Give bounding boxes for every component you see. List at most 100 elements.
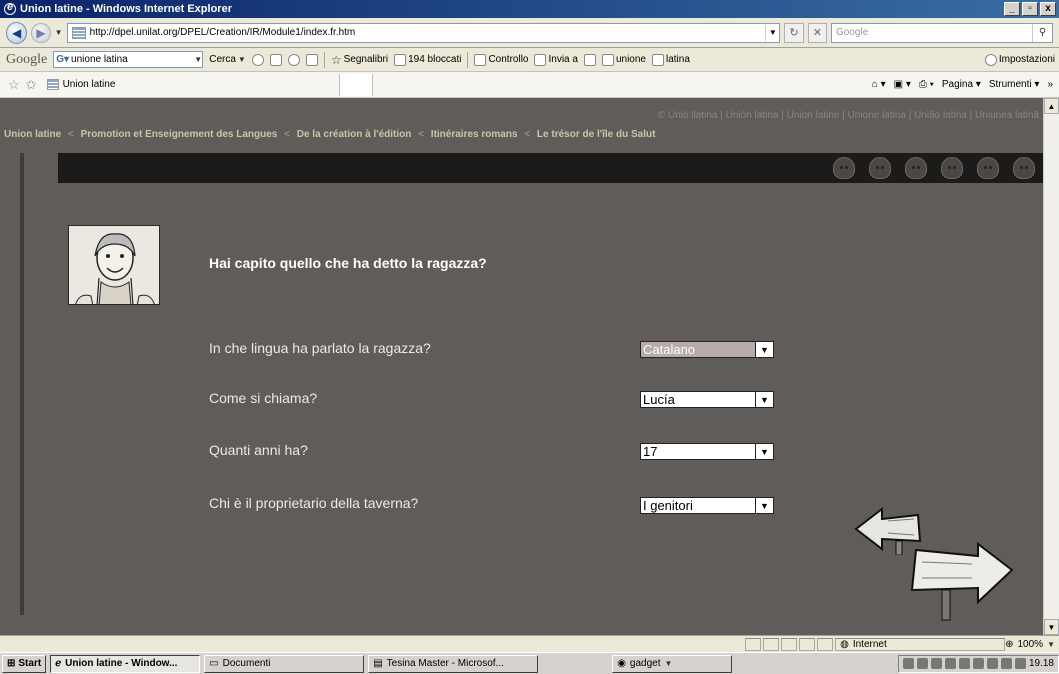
ie-icon: ℯ [55, 658, 62, 669]
page-content: © Unió llatina | Unión latina | Union la… [0, 98, 1043, 635]
answer-select[interactable]: 17 ▼ [640, 443, 774, 460]
tray-app-icon[interactable] [958, 658, 970, 669]
search-icon[interactable]: ⚲ [1032, 23, 1052, 42]
chevron-down-icon[interactable]: ▼ [755, 392, 773, 407]
search-term-icon [651, 53, 664, 66]
taskbar-item-word[interactable]: ▤ Tesina Master - Microsof... [368, 654, 539, 673]
refresh-button[interactable]: ↻ [784, 22, 804, 43]
back-button[interactable]: ◀ [6, 21, 28, 44]
new-tab-button[interactable] [338, 73, 373, 96]
character-face-icon[interactable] [833, 157, 855, 179]
google-query-dropdown-icon[interactable]: ▼ [194, 55, 202, 64]
minimize-button[interactable]: _ [1004, 2, 1020, 16]
search-input[interactable]: Google ⚲ [831, 22, 1053, 43]
tab-union-latine[interactable]: Union latine [43, 74, 333, 96]
chevron-more-icon[interactable]: » [1047, 79, 1053, 90]
breadcrumb-item[interactable]: Itinéraires romans [431, 129, 518, 140]
window-title-bar: Union latine - Windows Internet Explorer… [0, 0, 1059, 18]
character-face-icon[interactable] [977, 157, 999, 179]
zoom-dropdown-icon[interactable]: ▼ [1047, 640, 1055, 649]
tab-title: Union latine [62, 79, 116, 90]
answer-select[interactable]: Catalano ▼ [640, 341, 774, 358]
add-favorites-icon[interactable]: ✩ [26, 77, 37, 93]
answer-value[interactable]: Catalano [641, 342, 755, 357]
url-field[interactable]: http://dpel.unilat.org/DPEL/Creation/IR/… [66, 22, 781, 43]
tray-app-icon[interactable] [944, 658, 956, 669]
home-icon[interactable]: ⌂ ▾ [872, 79, 886, 90]
breadcrumb-item[interactable]: Promotion et Enseignement des Langues [81, 129, 278, 140]
print-icon[interactable]: ⎙ ▾ [919, 79, 934, 90]
controllo-button[interactable]: Controllo [474, 53, 528, 66]
breadcrumb: Union latine < Promotion et Enseignement… [4, 129, 659, 140]
forward-button[interactable]: ▶ [31, 22, 51, 43]
answer-select[interactable]: I genitori ▼ [640, 497, 774, 514]
impostazioni-button[interactable]: Impostazioni [984, 53, 1055, 66]
strumenti-menu[interactable]: Strumenti ▾ [989, 79, 1040, 90]
tray-app-icon[interactable] [986, 658, 998, 669]
maximize-button[interactable]: ▫ [1022, 2, 1038, 16]
segnalibri-button[interactable]: ☆ Segnalibri [331, 53, 388, 67]
google-search-input[interactable]: G▾ unione latina ▼ [53, 51, 204, 68]
vertical-scrollbar[interactable]: ▲ ▼ [1043, 98, 1059, 635]
answer-value[interactable]: Lucía [641, 392, 755, 407]
scroll-up-button[interactable]: ▲ [1044, 98, 1059, 114]
invia-label: Invia a [548, 54, 578, 65]
stop-button[interactable]: ✕ [807, 22, 828, 43]
status-cell [817, 637, 834, 651]
term-unione-button[interactable]: unione [601, 53, 646, 66]
taskbar-gadget[interactable]: ◉ gadget ▼ [612, 654, 733, 673]
character-face-icon[interactable] [1013, 157, 1035, 179]
character-face-icon[interactable] [905, 157, 927, 179]
pagina-menu[interactable]: Pagina ▾ [942, 79, 981, 90]
breadcrumb-item[interactable]: De la création à l'édition [297, 129, 412, 140]
header-bar [58, 153, 1043, 183]
answer-select[interactable]: Lucía ▼ [640, 391, 774, 408]
gadget-label: gadget [629, 658, 661, 669]
news-icon[interactable] [251, 53, 264, 66]
taskbar-item-ie[interactable]: ℯ Union latine - Window... [50, 654, 201, 673]
clock[interactable]: 19.18 [1029, 658, 1054, 669]
taskbar-item-documenti[interactable]: ▭ Documenti [204, 654, 365, 673]
character-face-icon[interactable] [869, 157, 891, 179]
google-g-icon: G▾ [56, 54, 70, 65]
chevron-down-icon[interactable]: ▼ [755, 498, 773, 513]
scroll-down-button[interactable]: ▼ [1044, 619, 1059, 635]
tray-app-icon[interactable] [972, 658, 984, 669]
start-button[interactable]: ⊞ Start [2, 654, 47, 673]
zoom-control[interactable]: ⊕ 100% ▼ [1005, 639, 1055, 650]
history-dropdown-icon[interactable]: ▼ [55, 28, 63, 37]
task-label: Documenti [222, 658, 271, 669]
favorites-star-icon[interactable]: ☆ [8, 77, 20, 93]
term-latina-button[interactable]: latina [651, 53, 690, 66]
url-dropdown-icon[interactable]: ▼ [765, 24, 779, 41]
status-cell [763, 637, 780, 651]
tray-app-icon[interactable] [1000, 658, 1012, 669]
url-text[interactable]: http://dpel.unilat.org/DPEL/Creation/IR/… [90, 27, 762, 38]
close-button[interactable]: x [1040, 2, 1056, 16]
highlight-icon[interactable] [583, 53, 596, 66]
popup-blocker-button[interactable]: 194 bloccati [394, 53, 461, 66]
chevron-down-icon[interactable]: ▼ [755, 444, 773, 459]
breadcrumb-item[interactable]: Union latine [4, 129, 61, 140]
answer-value[interactable]: I genitori [641, 498, 755, 513]
word-icon: ▤ [373, 658, 383, 669]
cerca-button[interactable]: Cerca ▼ [209, 54, 246, 65]
chevron-down-icon[interactable]: ▼ [755, 342, 773, 357]
tray-app-icon[interactable] [902, 658, 914, 669]
translate-icon[interactable] [287, 53, 300, 66]
answer-value[interactable]: 17 [641, 444, 755, 459]
security-zone[interactable]: ◍ Internet [835, 637, 1006, 651]
gadget-dropdown-icon[interactable]: ▼ [665, 659, 673, 668]
tray-app-icon[interactable] [930, 658, 942, 669]
pages-icon[interactable] [305, 53, 318, 66]
mail-icon[interactable] [269, 53, 282, 66]
next-arrow-icon[interactable] [908, 538, 1016, 622]
breadcrumb-item[interactable]: Le trésor de l'île du Salut [537, 129, 656, 140]
invia-button[interactable]: Invia a [534, 53, 578, 66]
google-query[interactable]: unione latina [71, 54, 192, 65]
character-face-icon[interactable] [941, 157, 963, 179]
tray-app-icon[interactable] [916, 658, 928, 669]
cerca-dropdown-icon[interactable]: ▼ [238, 55, 246, 64]
feeds-icon[interactable]: ▣ ▾ [894, 79, 911, 90]
windows-logo-icon: ⊞ [7, 658, 16, 669]
